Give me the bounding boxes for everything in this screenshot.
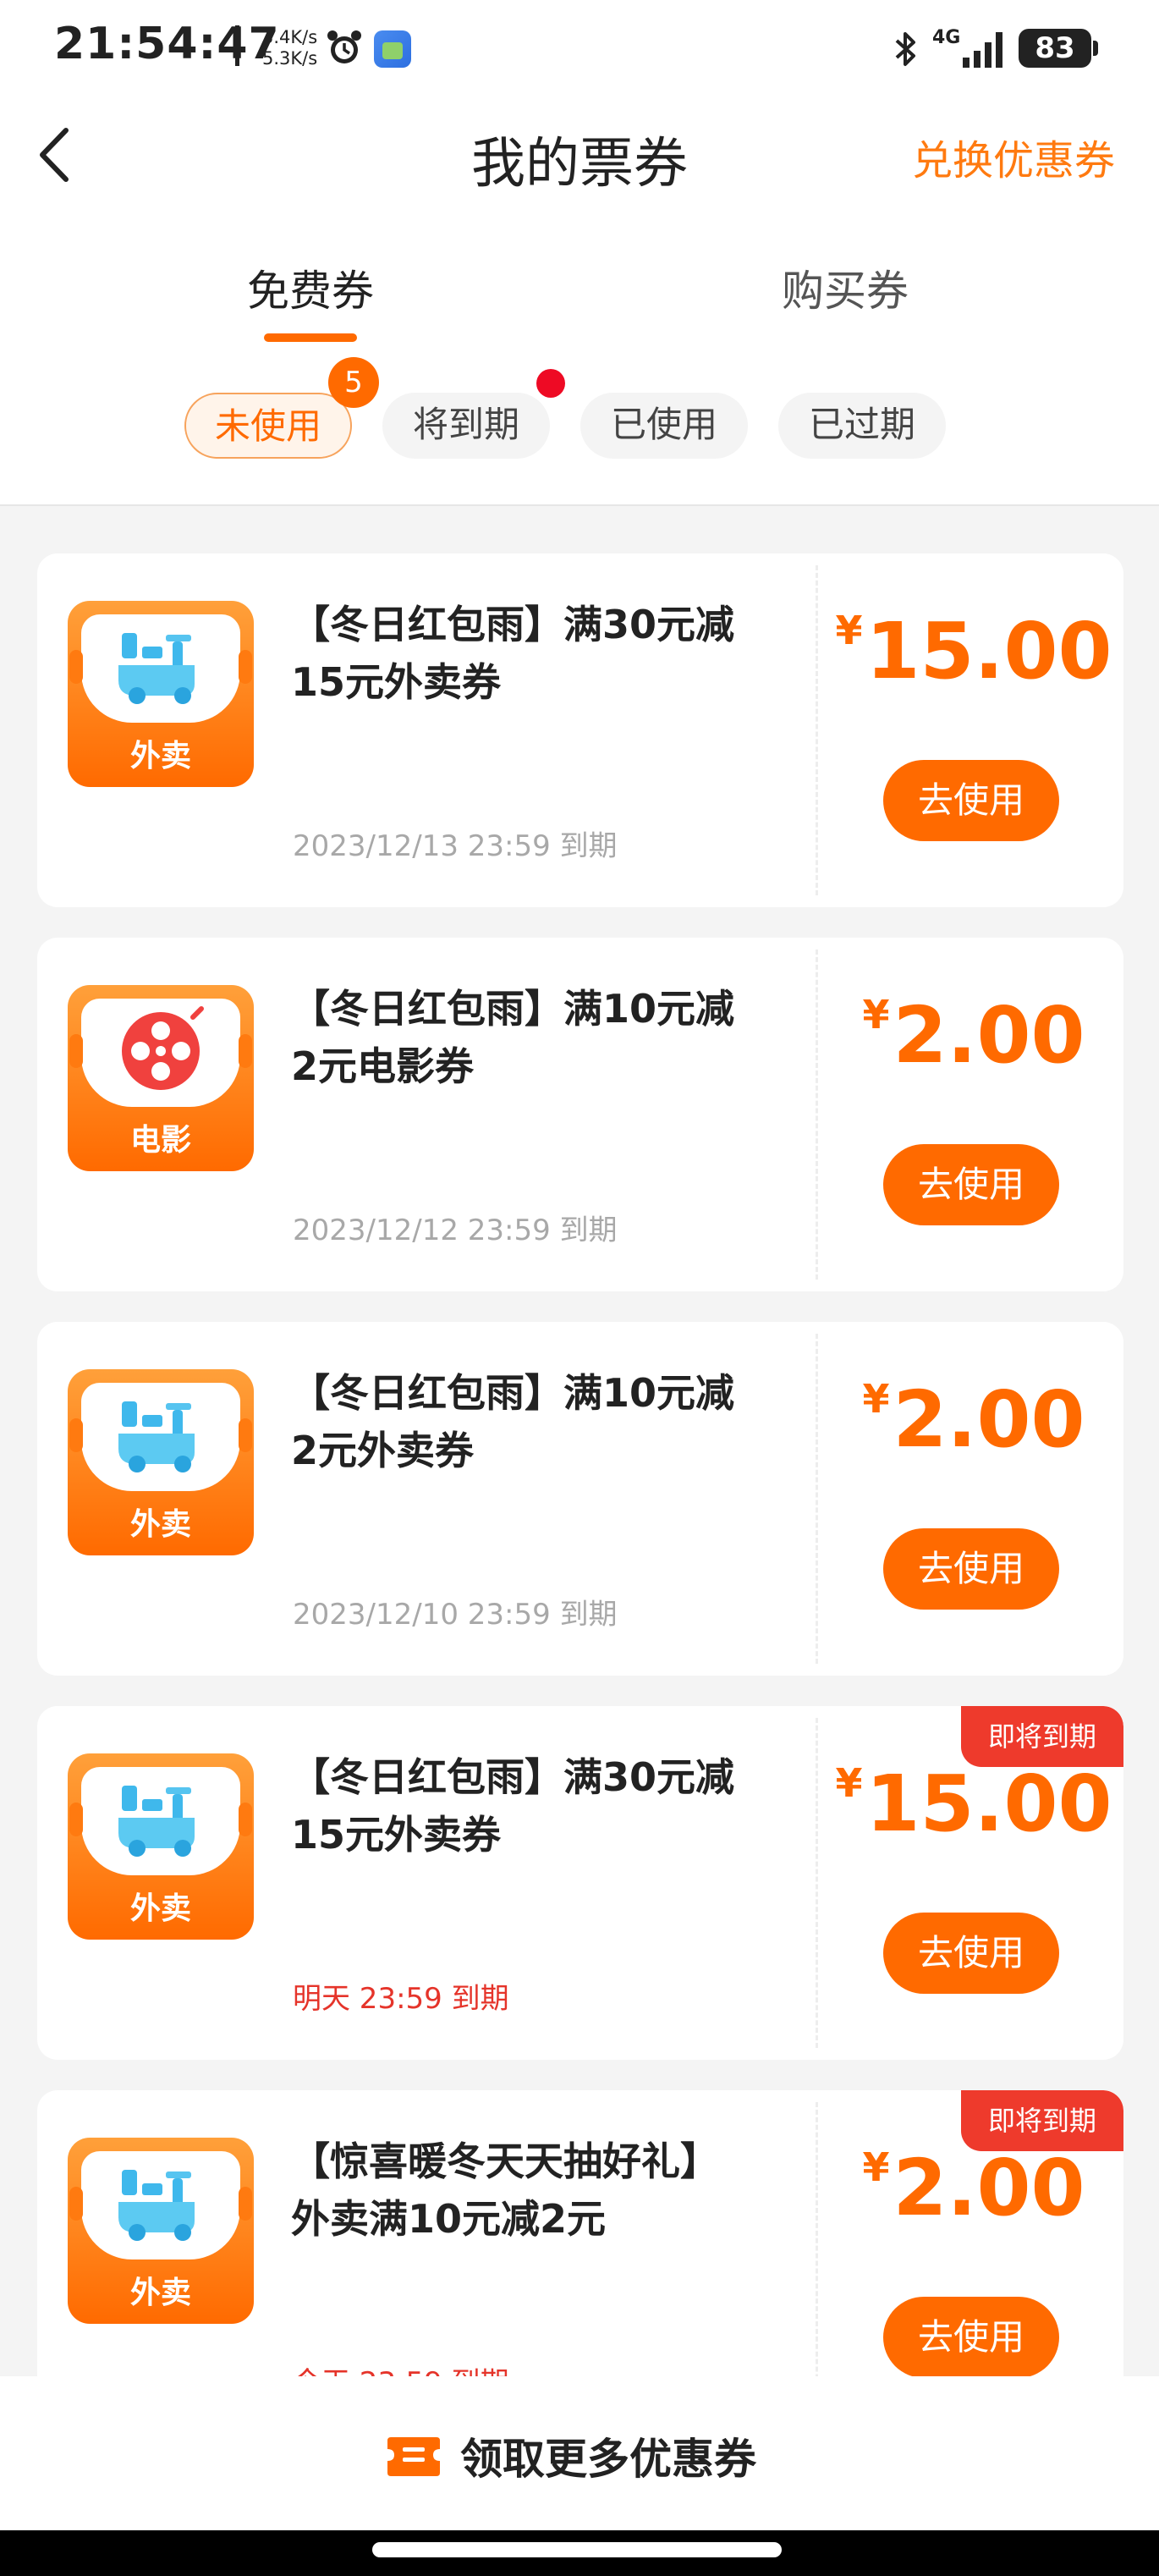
card-divider xyxy=(816,2102,818,2376)
coupon-expiry: 2023/12/12 23:59 到期 xyxy=(293,1214,618,1247)
top-panel: 21:54:47 3.4K/s 5.3K/s 4G 83 我的票券 兑换优惠券 … xyxy=(0,0,1159,506)
coupon-expiry: 明天 23:59 到期 xyxy=(293,1982,509,2016)
scooter-icon xyxy=(118,633,195,704)
use-coupon-button[interactable]: 去使用 xyxy=(883,1528,1059,1610)
category-tile: 外卖 xyxy=(68,601,254,787)
scooter-icon xyxy=(118,1786,195,1857)
alarm-icon xyxy=(327,30,361,63)
tab-purchased-coupons[interactable]: 购买券 xyxy=(782,257,909,318)
coupon-title: 【冬日红包雨】满30元减 15元外卖券 xyxy=(291,602,735,705)
coupon-price: ¥15.00 xyxy=(835,606,1112,696)
coupon-title: 【惊喜暖冬天天抽好礼】 外卖满10元减2元 xyxy=(291,2138,719,2242)
coupon-price: ¥2.00 xyxy=(862,2143,1085,2233)
tab-free-coupons[interactable]: 免费券 xyxy=(247,257,374,318)
network-type: 4G xyxy=(932,27,961,48)
category-label: 外卖 xyxy=(129,1891,191,1926)
coupon-card: 即将到期 外卖 【冬日红包雨】满30元减 15元外卖券 明天 23:59 到期 … xyxy=(37,1706,1123,2060)
network-speed: 3.4K/s 5.3K/s xyxy=(262,27,317,69)
net-down: 5.3K/s xyxy=(262,48,318,69)
coupon-title: 【冬日红包雨】满30元减 15元外卖券 xyxy=(291,1754,735,1858)
use-coupon-button[interactable]: 去使用 xyxy=(883,1144,1059,1225)
category-tile: 外卖 xyxy=(68,2138,254,2324)
category-tile: 外卖 xyxy=(68,1369,254,1555)
home-indicator[interactable] xyxy=(372,2542,782,2557)
coupon-card: 外卖 【冬日红包雨】满10元减 2元外卖券 2023/12/10 23:59 到… xyxy=(37,1322,1123,1676)
bluetooth-icon xyxy=(895,32,915,66)
category-tile: 外卖 xyxy=(68,1753,254,1940)
net-up: 3.4K/s xyxy=(262,27,318,47)
use-coupon-button[interactable]: 去使用 xyxy=(883,2297,1059,2376)
card-divider xyxy=(816,1718,818,2048)
use-coupon-button[interactable]: 去使用 xyxy=(883,1913,1059,1994)
use-coupon-button[interactable]: 去使用 xyxy=(883,760,1059,841)
coupon-price: ¥2.00 xyxy=(862,1374,1085,1465)
coupon-price: ¥2.00 xyxy=(862,990,1085,1081)
coupon-price: ¥15.00 xyxy=(835,1759,1112,1849)
unused-count-badge: 5 xyxy=(328,357,379,408)
get-more-coupons-bar[interactable]: 领取更多优惠券 xyxy=(0,2376,1159,2530)
category-label: 外卖 xyxy=(129,739,191,773)
ticket-icon xyxy=(387,2437,440,2476)
scooter-icon xyxy=(118,1401,195,1472)
active-tab-indicator xyxy=(264,333,357,342)
status-time: 21:54:47 xyxy=(54,19,280,69)
scooter-icon xyxy=(118,2170,195,2241)
coupon-expiry: 今天 23:59 到期 xyxy=(293,2359,509,2376)
category-label: 外卖 xyxy=(129,1507,191,1542)
get-more-coupons-label: 领取更多优惠券 xyxy=(460,2435,756,2484)
coupon-expiry: 2023/12/13 23:59 到期 xyxy=(293,829,618,863)
coupon-list: 外卖 【冬日红包雨】满30元减 15元外卖券 2023/12/13 23:59 … xyxy=(37,553,1123,2376)
redeem-coupon-link[interactable]: 兑换优惠券 xyxy=(912,127,1115,186)
filter-unused[interactable]: 未使用 xyxy=(184,393,352,459)
film-reel-icon xyxy=(122,1006,204,1090)
status-separator xyxy=(235,25,239,66)
coupon-card: 即将到期 外卖 【惊喜暖冬天天抽好礼】 外卖满10元减2元 今天 23:59 到… xyxy=(37,2090,1123,2376)
category-label: 电影 xyxy=(129,1123,191,1158)
card-divider xyxy=(816,1334,818,1664)
coupon-title: 【冬日红包雨】满10元减 2元外卖券 xyxy=(291,1370,735,1473)
filter-expiring[interactable]: 将到期 xyxy=(382,393,550,459)
coupon-card: 外卖 【冬日红包雨】满30元减 15元外卖券 2023/12/13 23:59 … xyxy=(37,553,1123,907)
card-divider xyxy=(816,949,818,1280)
signal-icon xyxy=(963,32,1002,68)
filter-used[interactable]: 已使用 xyxy=(580,393,748,459)
coupon-card: 电影 【冬日红包雨】满10元减 2元电影券 2023/12/12 23:59 到… xyxy=(37,938,1123,1291)
card-divider xyxy=(816,565,818,895)
category-tile: 电影 xyxy=(68,985,254,1171)
coupon-title: 【冬日红包雨】满10元减 2元电影券 xyxy=(291,986,735,1089)
coupon-expiry: 2023/12/10 23:59 到期 xyxy=(293,1598,618,1632)
filter-expired[interactable]: 已过期 xyxy=(778,393,946,459)
battery-tip xyxy=(1093,41,1098,56)
expiring-red-dot xyxy=(536,369,565,398)
category-label: 外卖 xyxy=(129,2276,191,2310)
gallery-app-icon xyxy=(374,30,411,68)
battery-icon: 83 xyxy=(1019,29,1091,68)
